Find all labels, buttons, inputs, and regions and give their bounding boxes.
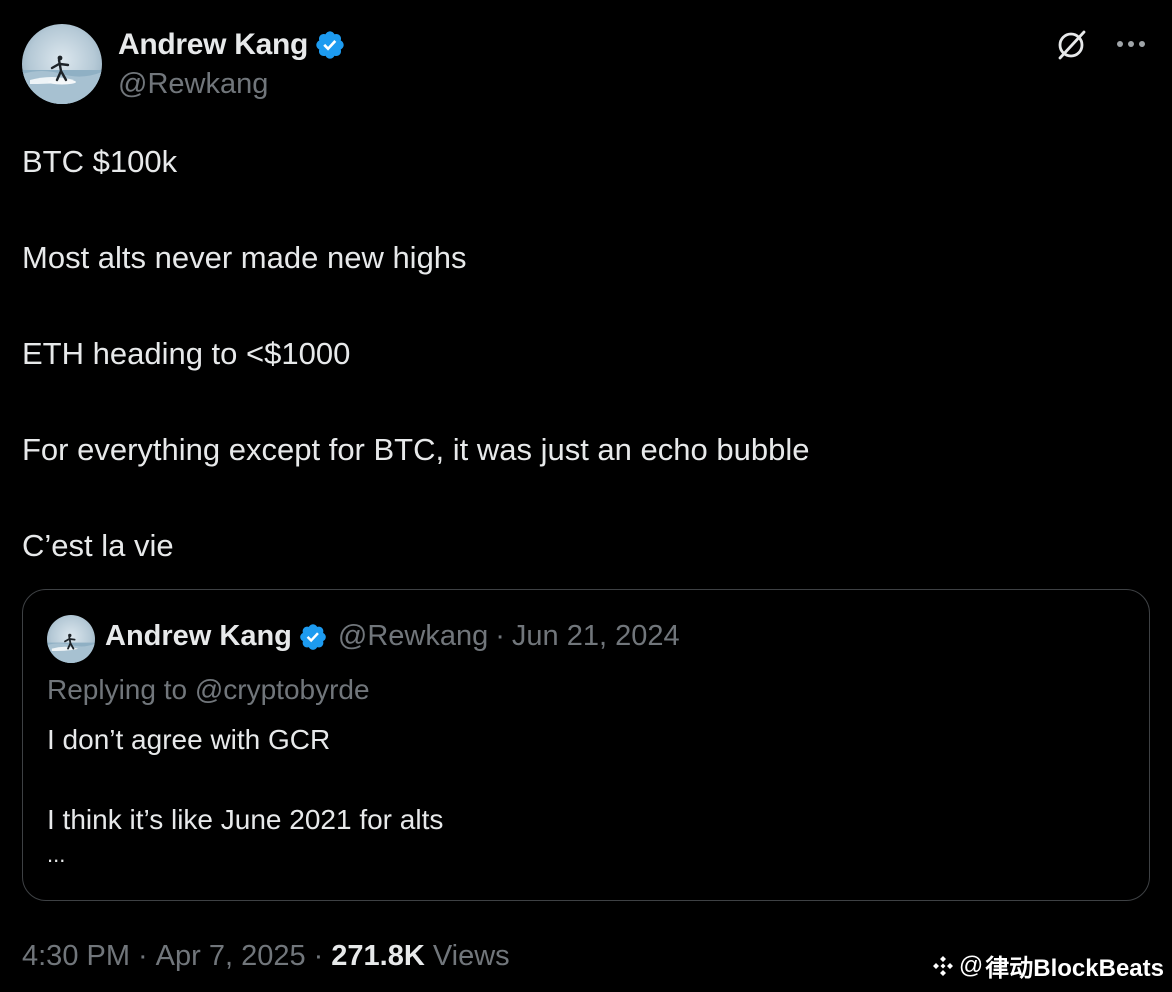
author-avatar[interactable] (22, 24, 102, 104)
separator-dot: · (138, 940, 148, 972)
views-count: 271.8K (331, 940, 425, 972)
tweet-time[interactable]: 4:30 PM (22, 940, 130, 973)
views-label: Views (432, 940, 510, 972)
quoted-tweet-body: I don’t agree with GCR I think it’s like… (47, 720, 443, 870)
verified-badge-icon (316, 31, 344, 59)
tweet-line: For everything except for BTC, it was ju… (22, 432, 810, 467)
quoted-author-handle[interactable]: @Rewkang (338, 620, 488, 653)
tweet-line: C’est la vie (22, 528, 174, 563)
quoted-tweet-header: Andrew Kang @Rewkang · Jun 21, 2024 (105, 620, 680, 653)
quoted-author-name[interactable]: Andrew Kang (105, 620, 292, 653)
quoted-tweet-line: I think it’s like June 2021 for alts (47, 804, 444, 835)
author-handle[interactable]: @Rewkang (118, 68, 268, 101)
quoted-tweet-card[interactable]: Andrew Kang @Rewkang · Jun 21, 2024 Repl… (22, 589, 1150, 901)
avatar-surfer-image (47, 633, 95, 663)
author-display-name[interactable]: Andrew Kang (118, 28, 308, 62)
author-name-row[interactable]: Andrew Kang (118, 28, 346, 62)
watermark-text: 律动BlockBeats (985, 955, 1164, 982)
tweet-line: Most alts never made new highs (22, 240, 467, 275)
blockbeats-logo-icon (932, 955, 953, 976)
tweet-meta: 4:30 PM · Apr 7, 2025 · 271.8K Views (22, 940, 510, 973)
quoted-author-avatar[interactable] (47, 615, 95, 663)
avatar-surfer-image (22, 55, 102, 104)
tweet-line: ETH heading to <$1000 (22, 336, 351, 371)
replying-to-label: Replying to @cryptobyrde (47, 674, 370, 705)
tweet-date[interactable]: Apr 7, 2025 (156, 940, 306, 973)
watermark: @ 律动BlockBeats (931, 948, 1164, 983)
separator-dot: · (313, 940, 324, 972)
more-icon[interactable] (1112, 26, 1150, 62)
tweet-body: BTC $100k Most alts never made new highs… (22, 138, 1142, 570)
verified-badge-icon (300, 623, 326, 650)
watermark-at: @ (958, 951, 984, 979)
tweet-line: BTC $100k (22, 144, 178, 179)
quoted-tweet-date[interactable]: Jun 21, 2024 (512, 620, 680, 653)
quoted-tweet-line: I don’t agree with GCR (47, 724, 331, 755)
separator-dot: · (495, 620, 505, 652)
grok-icon[interactable] (1054, 28, 1088, 62)
tweet-header: Andrew Kang @Rewkang (22, 24, 1150, 104)
quoted-tweet-ellipsis: ... (47, 842, 66, 867)
